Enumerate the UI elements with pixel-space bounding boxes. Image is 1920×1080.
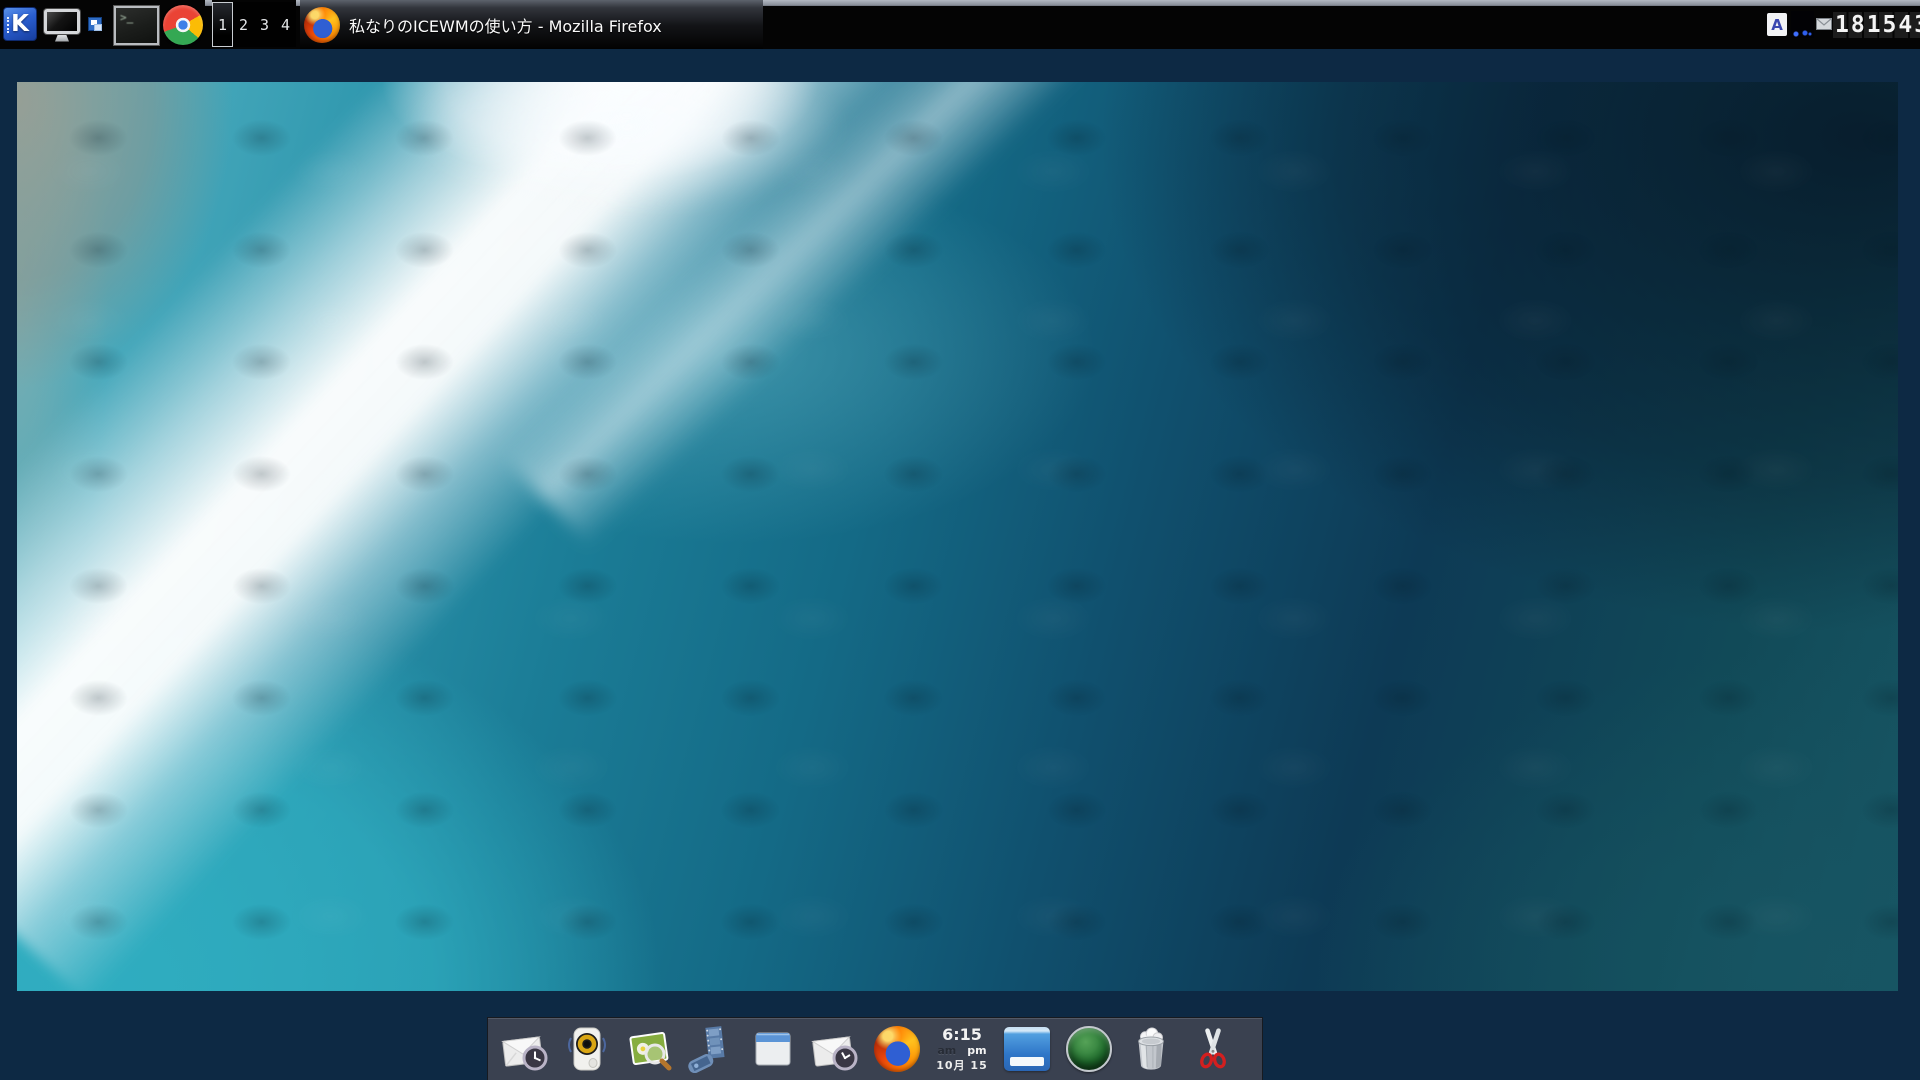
- taskbar-edge-strip: [763, 0, 1920, 6]
- dock-desktop-button[interactable]: [1003, 1024, 1051, 1074]
- terminal-icon: >_: [120, 11, 133, 24]
- desktop-wallpaper: [17, 82, 1898, 991]
- workspace-button-4[interactable]: 4: [275, 2, 296, 47]
- firefox-icon: [304, 7, 340, 43]
- window-list-button[interactable]: [87, 16, 102, 31]
- dock-image-viewer-button[interactable]: [625, 1024, 673, 1074]
- dock: 6:15 am pm 10月 15: [487, 1017, 1263, 1080]
- blue-screen-icon: [1004, 1027, 1050, 1071]
- workspace-button-1[interactable]: 1: [212, 2, 233, 47]
- chrome-icon: [163, 5, 203, 45]
- led-clock: 181543: [1833, 12, 1920, 38]
- image-viewer-icon: [625, 1025, 673, 1073]
- dock-speaker-button[interactable]: [563, 1024, 611, 1074]
- desktop: K >_ 1 2 3 4 私なりのICEWMの使い方 - Mozilla Fir…: [0, 0, 1920, 1080]
- dock-trash-button[interactable]: [1127, 1024, 1175, 1074]
- mail-clock-icon: [501, 1025, 549, 1073]
- kde-gear-icon: [7, 17, 16, 33]
- dock-window-button[interactable]: [749, 1024, 797, 1074]
- mail-icon[interactable]: [1816, 18, 1832, 30]
- dock-clock-time: 6:15: [936, 1025, 987, 1044]
- show-desktop-button[interactable]: [42, 6, 82, 44]
- monitor-stand-icon: [55, 35, 69, 42]
- workspace-button-3[interactable]: 3: [254, 2, 275, 47]
- firefox-task-button[interactable]: 私なりのICEWMの使い方 - Mozilla Firefox: [300, 0, 763, 49]
- keyboard-layout-indicator[interactable]: A: [1767, 13, 1787, 36]
- start-menu-button[interactable]: K: [3, 7, 37, 41]
- dock-mail-clock-button[interactable]: [501, 1024, 549, 1074]
- network-monitor-icon[interactable]: [1791, 11, 1814, 38]
- taskbar-edge-strip: [205, 0, 212, 6]
- film-roll-icon: [687, 1025, 735, 1073]
- green-orb-icon: [1066, 1026, 1112, 1072]
- workspace-button-2[interactable]: 2: [233, 2, 254, 47]
- workspace-switcher: 1 2 3 4: [212, 2, 296, 47]
- taskbar: K >_ 1 2 3 4 私なりのICEWMの使い方 - Mozilla Fir…: [0, 0, 1920, 49]
- speaker-icon: [563, 1025, 611, 1073]
- cascade-windows-icon: [88, 17, 102, 31]
- firefox-icon: [874, 1026, 920, 1072]
- chrome-launcher-button[interactable]: [163, 5, 203, 45]
- dock-cut-button[interactable]: [1189, 1024, 1237, 1074]
- terminal-launcher-button[interactable]: >_: [114, 6, 159, 45]
- dock-clock-date: 10月 15: [936, 1057, 987, 1073]
- scissors-icon: [1191, 1025, 1235, 1073]
- dock-mail-clock-2-button[interactable]: [811, 1024, 859, 1074]
- dock-clock-ampm: am pm: [936, 1044, 987, 1057]
- dock-firefox-button[interactable]: [873, 1024, 921, 1074]
- dock-clock-pm: pm: [967, 1044, 986, 1057]
- mail-clock-icon: [811, 1025, 859, 1073]
- window-icon: [749, 1025, 797, 1073]
- dock-clock-widget: 6:15 am pm 10月 15: [935, 1024, 989, 1074]
- dock-clock-am: am: [937, 1044, 956, 1057]
- task-window-title: 私なりのICEWMの使い方 - Mozilla Firefox: [349, 13, 662, 37]
- dock-video-player-button[interactable]: [687, 1024, 735, 1074]
- dock-orb-button[interactable]: [1065, 1024, 1113, 1074]
- trash-icon: [1128, 1025, 1174, 1073]
- dock-clock-day: 15: [970, 1059, 987, 1072]
- monitor-icon: [44, 9, 80, 34]
- dock-clock-month: 10月: [936, 1059, 965, 1072]
- wave-foam: [17, 82, 1112, 991]
